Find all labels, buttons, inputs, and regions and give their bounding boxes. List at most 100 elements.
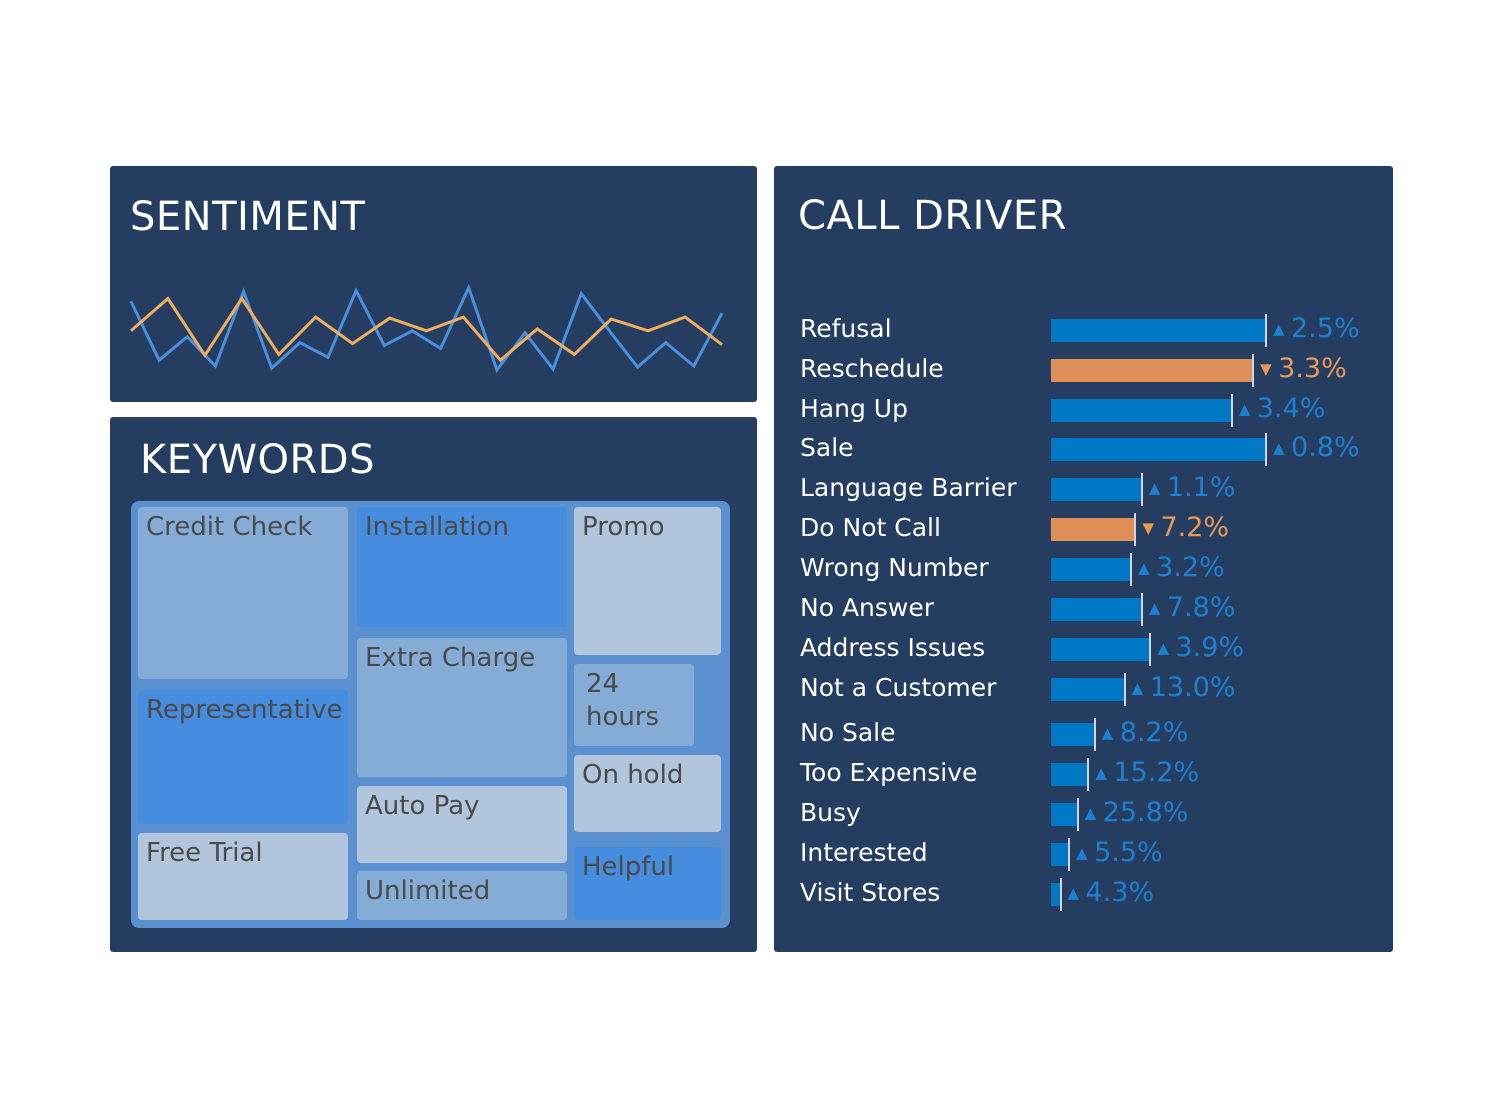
- call-driver-label: Too Expensive: [800, 758, 978, 787]
- call-driver-bar: [1051, 723, 1094, 746]
- trend-up-icon: ▲: [1101, 724, 1114, 742]
- trend-up-icon: ▲: [1084, 804, 1097, 822]
- keyword-tile: Auto Pay: [357, 786, 567, 863]
- call-driver-target-marker: [1252, 354, 1255, 387]
- keyword-tile: Representative: [138, 690, 348, 824]
- call-driver-row: Language Barrier ▲ 1.1%: [774, 470, 1393, 506]
- call-driver-target-marker: [1134, 513, 1137, 546]
- keyword-tile: Free Trial: [138, 833, 348, 920]
- call-driver-bar: [1051, 319, 1265, 342]
- keyword-tile: Installation: [357, 507, 567, 627]
- call-driver-title: CALL DRIVER: [798, 193, 1067, 239]
- call-driver-target-marker: [1093, 718, 1096, 751]
- call-driver-bar: [1051, 803, 1077, 826]
- call-driver-row: Interested ▲ 5.5%: [774, 835, 1393, 871]
- sentiment-sparkline: [129, 283, 724, 374]
- call-driver-change: 7.8%: [1166, 592, 1236, 623]
- call-driver-target-marker: [1140, 473, 1143, 506]
- call-driver-label: Busy: [800, 798, 861, 827]
- call-driver-change: 3.4%: [1256, 393, 1326, 424]
- call-driver-row: No Answer ▲ 7.8%: [774, 590, 1393, 626]
- call-driver-change: 2.5%: [1291, 313, 1360, 344]
- trend-up-icon: ▲: [1238, 400, 1251, 418]
- call-driver-bar: [1051, 883, 1060, 906]
- call-driver-target-marker: [1059, 878, 1062, 911]
- call-driver-target-marker: [1087, 758, 1090, 791]
- keywords-treemap: Credit Check Representative Free Trial Inst…: [131, 501, 730, 928]
- trend-down-icon: ▼: [1142, 519, 1154, 537]
- call-driver-bar: [1051, 843, 1069, 866]
- call-driver-label: Language Barrier: [800, 473, 1017, 502]
- call-driver-panel: CALL DRIVER Refusal ▲ 2.5% Reschedule ▼ 3.3% H…: [774, 166, 1393, 952]
- call-driver-row: No Sale ▲ 8.2%: [774, 715, 1393, 751]
- call-driver-target-marker: [1265, 433, 1267, 466]
- call-driver-bar: [1051, 518, 1135, 541]
- call-driver-bar: [1051, 678, 1124, 701]
- trend-up-icon: ▲: [1148, 479, 1161, 497]
- keywords-title: KEYWORDS: [140, 437, 375, 483]
- call-driver-bar: [1051, 438, 1265, 461]
- call-driver-row: Do Not Call ▼ 7.2%: [774, 510, 1393, 546]
- call-driver-label: Refusal: [800, 314, 892, 343]
- call-driver-row: Reschedule ▼ 3.3%: [774, 351, 1393, 387]
- call-driver-label: Hang Up: [800, 394, 908, 423]
- call-driver-label: Visit Stores: [800, 878, 941, 907]
- call-driver-change: 13.0%: [1149, 672, 1236, 703]
- call-driver-row: Sale ▲ 0.8%: [774, 430, 1393, 466]
- trend-up-icon: ▲: [1138, 559, 1150, 577]
- call-driver-label: Do Not Call: [800, 513, 941, 542]
- call-driver-change: 3.2%: [1156, 552, 1225, 583]
- trend-up-icon: ▲: [1067, 884, 1080, 902]
- trend-up-icon: ▲: [1095, 764, 1107, 782]
- trend-up-icon: ▲: [1148, 599, 1161, 617]
- call-driver-bar: [1051, 638, 1150, 661]
- call-driver-label: Interested: [800, 838, 928, 867]
- call-driver-row: Address Issues ▲ 3.9%: [774, 630, 1393, 666]
- trend-up-icon: ▲: [1273, 439, 1285, 457]
- call-driver-change: 3.9%: [1175, 632, 1245, 663]
- call-driver-bar: [1051, 558, 1131, 581]
- call-driver-change: 1.1%: [1166, 472, 1236, 503]
- trend-down-icon: ▼: [1260, 360, 1272, 378]
- call-driver-target-marker: [1130, 553, 1133, 586]
- call-driver-target-marker: [1149, 633, 1152, 666]
- trend-up-icon: ▲: [1076, 844, 1088, 862]
- call-driver-row: Wrong Number ▲ 3.2%: [774, 550, 1393, 586]
- call-driver-label: No Answer: [800, 593, 935, 622]
- call-driver-change: 7.2%: [1160, 512, 1230, 543]
- call-driver-row: Not a Customer ▲ 13.0%: [774, 670, 1393, 706]
- keyword-tile: Credit Check: [138, 507, 348, 679]
- call-driver-target-marker: [1265, 314, 1267, 347]
- call-driver-bar: [1051, 763, 1088, 786]
- call-driver-target-marker: [1076, 798, 1079, 831]
- call-driver-label: Reschedule: [800, 354, 944, 383]
- call-driver-bar: [1051, 399, 1231, 422]
- call-driver-change: 8.2%: [1119, 717, 1189, 748]
- trend-up-icon: ▲: [1131, 679, 1144, 697]
- keyword-tile: 24 hours: [574, 664, 694, 746]
- call-driver-row: Refusal ▲ 2.5%: [774, 311, 1393, 347]
- trend-up-icon: ▲: [1273, 320, 1285, 338]
- call-driver-label: Wrong Number: [800, 553, 989, 582]
- call-driver-label: Address Issues: [800, 633, 986, 662]
- keyword-tile: Extra Charge: [357, 638, 567, 777]
- keyword-tile: Unlimited: [357, 871, 567, 920]
- call-driver-label: No Sale: [800, 718, 896, 747]
- call-driver-bar: [1051, 478, 1141, 501]
- call-driver-change: 0.8%: [1291, 432, 1360, 463]
- keywords-panel: KEYWORDS Credit Check Representative Free …: [110, 417, 757, 952]
- call-driver-label: Sale: [800, 433, 854, 462]
- keyword-tile: Helpful: [574, 847, 721, 920]
- call-driver-bar: [1051, 359, 1253, 382]
- call-driver-target-marker: [1230, 394, 1233, 427]
- call-driver-change: 3.3%: [1278, 353, 1347, 384]
- call-driver-bar: [1051, 598, 1141, 621]
- call-driver-row: Busy ▲ 25.8%: [774, 795, 1393, 831]
- sentiment-panel: SENTIMENT: [110, 166, 757, 402]
- call-driver-target-marker: [1068, 838, 1071, 871]
- call-driver-target-marker: [1140, 593, 1143, 626]
- call-driver-change: 5.5%: [1094, 837, 1163, 868]
- call-driver-row: Visit Stores ▲ 4.3%: [774, 875, 1393, 911]
- call-driver-label: Not a Customer: [800, 673, 997, 702]
- keyword-tile: Promo: [574, 507, 721, 655]
